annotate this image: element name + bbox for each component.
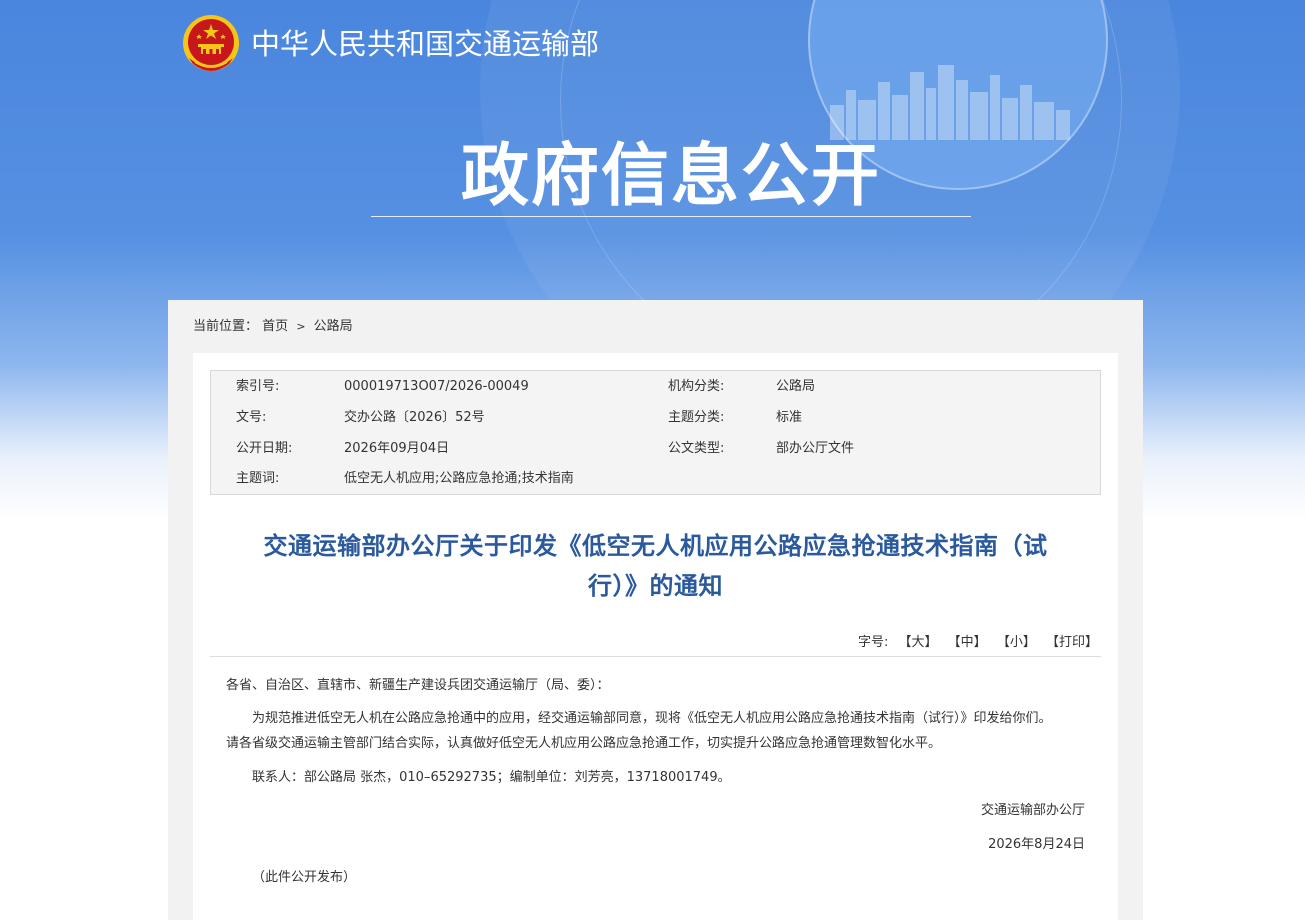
contact-info: 联系人：部公路局 张杰，010–65292735；编制单位：刘芳亮，137180…: [252, 770, 731, 785]
signature-org: 交通运输部办公厅: [980, 803, 1085, 818]
breadcrumb-home-link[interactable]: 首页: [262, 319, 288, 334]
document-title-line2: 行）》的通知: [588, 572, 723, 600]
title-underline: [371, 216, 971, 217]
meta-org-label: 机构分类:: [668, 379, 725, 394]
section-title: 政府信息公开: [460, 137, 881, 216]
document-title-line1: 交通运输部办公厅关于印发《低空无人机应用公路应急抢通技术指南（试: [263, 532, 1048, 560]
paragraph-1: 为规范推进低空无人机在公路应急抢通中的应用，经交通运输部同意，现将《低空无人机应…: [226, 710, 1106, 753]
font-size-label: 字号:: [857, 635, 889, 650]
meta-index-label: 索引号:: [236, 379, 280, 394]
meta-keywords-value: 低空无人机应用;公路应急抢通;技术指南: [344, 471, 574, 486]
font-small-button[interactable]: 【小】: [997, 635, 1036, 650]
paragraph-1-line2: 请各省级交通运输主管部门结合实际，认真做好低空无人机应用公路应急抢通工作，切实提…: [226, 736, 942, 751]
meta-org-value: 公路局: [776, 379, 816, 394]
breadcrumb: 当前位置： 首页 > 公路局: [193, 318, 353, 336]
paragraph-1-line1: 为规范推进低空无人机在公路应急抢通中的应用，经交通运输部同意，现将《低空无人机应…: [252, 711, 1052, 726]
national-emblem-icon[interactable]: [181, 14, 241, 76]
font-medium-button[interactable]: 【中】: [948, 635, 987, 650]
city-skyline-icon: [830, 65, 1070, 140]
signature-date: 2026年8月24日: [988, 837, 1085, 852]
meta-docno-value: 交办公路〔2026〕52号: [344, 410, 485, 425]
breadcrumb-highway-link[interactable]: 公路局: [314, 319, 353, 334]
meta-date-value: 2026年09月04日: [344, 441, 450, 456]
meta-docno-label: 文号:: [236, 410, 267, 425]
divider: [210, 656, 1101, 657]
salutation: 各省、自治区、直辖市、新疆生产建设兵团交通运输厅（局、委）：: [226, 678, 610, 693]
meta-type-value: 部办公厅文件: [776, 441, 855, 456]
article-container: 索引号: 000019713O07/2026-00049 机构分类: 公路局 文…: [193, 353, 1118, 920]
site-name[interactable]: 中华人民共和国交通运输部: [251, 24, 599, 64]
document-title: 交通运输部办公厅关于印发《低空无人机应用公路应急抢通技术指南（试 行）》的通知: [213, 526, 1098, 606]
meta-date-label: 公开日期:: [236, 441, 293, 456]
meta-topic-value: 标准: [776, 410, 803, 425]
meta-index-value: 000019713O07/2026-00049: [344, 379, 529, 394]
content-panel: 当前位置： 首页 > 公路局 索引号: 000019713O07/2026-00…: [168, 300, 1143, 920]
meta-keywords-label: 主题词:: [236, 471, 280, 486]
breadcrumb-separator: >: [296, 320, 306, 333]
meta-topic-label: 主题分类:: [668, 410, 725, 425]
meta-type-label: 公文类型:: [668, 441, 725, 456]
font-large-button[interactable]: 【大】: [899, 635, 938, 650]
breadcrumb-label: 当前位置：: [193, 319, 259, 334]
print-button[interactable]: 【打印】: [1046, 635, 1098, 650]
font-size-toolbar: 字号: 【大】 【中】 【小】 【打印】: [858, 634, 1098, 652]
publication-note: （此件公开发布）: [252, 870, 357, 885]
metadata-table: 索引号: 000019713O07/2026-00049 机构分类: 公路局 文…: [210, 370, 1101, 495]
